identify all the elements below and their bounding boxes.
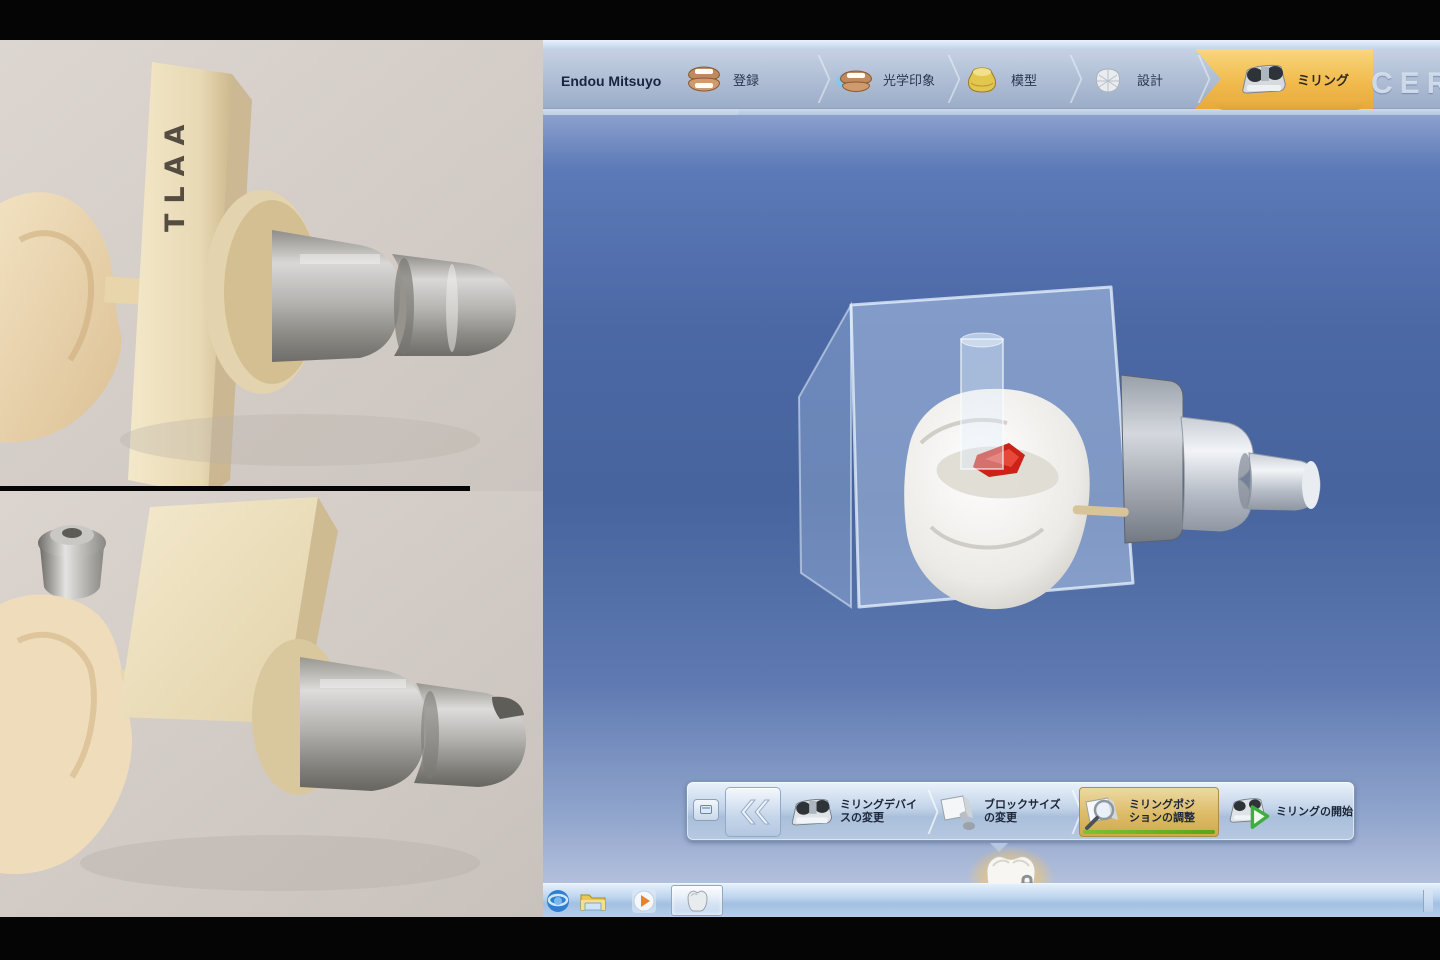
block-size-button[interactable]: ブロックサイズ の変更 [935,787,1073,837]
model-block-icon [961,61,1003,97]
photo-milled-crown-block: TLAA [0,40,543,491]
tab-model[interactable]: 模型 [961,49,1037,109]
tab-separator [1063,55,1077,103]
toolbar-separator [923,790,935,834]
tab-optical-impression[interactable]: 光学印象 [833,49,935,109]
virtual-mandrel [1121,375,1320,543]
letterbox-bottom [0,917,1440,960]
tab-label: 設計 [1137,70,1163,89]
mini-window-icon [700,805,712,814]
tab-label: 光学印象 [883,70,935,89]
cerec-logo: CER [1371,67,1440,101]
back-button[interactable] [725,787,781,837]
tab-active-tail [1215,99,1365,110]
toolbar-separator [1067,790,1079,834]
tab-register[interactable]: 登録 [683,49,759,109]
window-title-strip [543,40,1440,49]
tab-separator [1191,55,1205,103]
denture-icon [683,61,725,97]
button-label-line1: ミリングポジ [1129,799,1195,812]
windows-taskbar [543,883,1440,917]
internet-explorer-icon[interactable] [545,888,573,914]
button-label-line1: ミリングデバイ [840,799,917,812]
photo-crown-with-implant-interface [0,491,543,917]
tab-design[interactable]: 設計 [1087,49,1163,109]
double-chevron-left-icon [736,798,770,826]
design-tooth-icon [1087,61,1129,97]
tab-label: 模型 [1011,70,1037,89]
media-player-icon[interactable] [631,888,659,914]
optical-impression-icon [833,61,875,97]
milling-machine-icon [1237,59,1289,99]
3d-scene [781,277,1351,677]
folder-explorer-icon[interactable] [579,888,607,914]
milling-device-button[interactable]: ミリングデバイ スの変更 [787,787,927,837]
letterbox-top [0,0,1440,40]
virtual-drill-cylinder [961,333,1003,469]
tab-label: 登録 [733,70,759,89]
milling-toolbar: ミリングデバイ スの変更 ブロックサイズ の変更 [686,781,1355,841]
button-label-line2: の変更 [984,812,1061,825]
3d-viewport[interactable]: ミリングデバイ スの変更 ブロックサイズ の変更 [543,115,1440,883]
mini-window-button[interactable] [693,799,719,821]
cerec-app-taskbar-button[interactable] [671,885,723,916]
tab-label: ミリング [1297,70,1349,89]
milling-start-icon [1227,792,1271,832]
milling-machine-icon [787,793,835,831]
tab-separator [941,55,955,103]
play-icon [1252,807,1267,827]
implant-screw-interface [38,525,106,599]
start-milling-button[interactable]: ミリングの開始 [1227,787,1353,837]
milling-position-button[interactable]: ミリングポジ ションの調整 [1079,787,1219,837]
cerec-app-window: Endou Mitsuyo 登録 [543,40,1440,883]
tooth-46-indicator[interactable]: 46 [961,848,1061,883]
tab-separator [811,55,825,103]
block-handwritten-label: TLAA [160,88,206,258]
padlock-icon [1017,874,1037,883]
button-label-line2: ションの調整 [1129,812,1195,825]
magnifier-block-icon [1080,792,1124,832]
button-label-line1: ミリングの開始 [1276,806,1353,819]
photo-divider [0,486,470,491]
patient-name: Endou Mitsuyo [561,73,661,89]
cerec-app-icon [684,889,710,913]
block-mandrel-icon [935,792,979,832]
button-label-line1: ブロックサイズ [984,799,1061,812]
button-label-line2: スの変更 [840,812,917,825]
screen: TLAA [0,0,1440,960]
show-desktop-button[interactable] [1423,890,1433,912]
